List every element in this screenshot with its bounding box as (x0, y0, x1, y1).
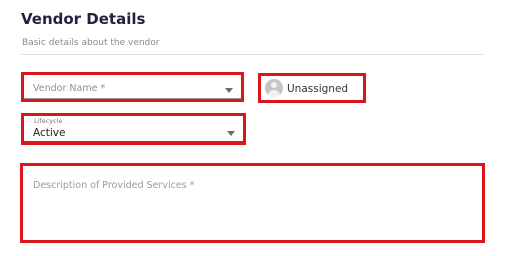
assignee-selector[interactable]: Unassigned (258, 73, 366, 103)
lifecycle-label: Lifecycle (34, 117, 63, 125)
vendor-name-placeholder: Vendor Name * (33, 83, 106, 94)
description-textarea[interactable]: Description of Provided Services * (20, 163, 485, 243)
user-avatar-icon (265, 79, 283, 97)
description-placeholder: Description of Provided Services * (33, 180, 195, 191)
vendor-name-field[interactable]: Vendor Name * (24, 75, 241, 99)
vendor-name-select[interactable]: Vendor Name * (21, 72, 244, 102)
chevron-down-icon[interactable] (227, 131, 235, 136)
lifecycle-value: Active (33, 127, 66, 139)
section-divider (21, 54, 484, 55)
chevron-down-icon[interactable] (225, 88, 233, 93)
section-title: Vendor Details (21, 10, 146, 28)
assignee-label: Unassigned (287, 83, 349, 95)
lifecycle-select[interactable]: Lifecycle Active (21, 113, 246, 145)
vendor-details-panel: Vendor Details Basic details about the v… (0, 0, 506, 256)
lifecycle-field[interactable]: Lifecycle Active (24, 116, 243, 142)
section-subtitle: Basic details about the vendor (22, 38, 160, 48)
